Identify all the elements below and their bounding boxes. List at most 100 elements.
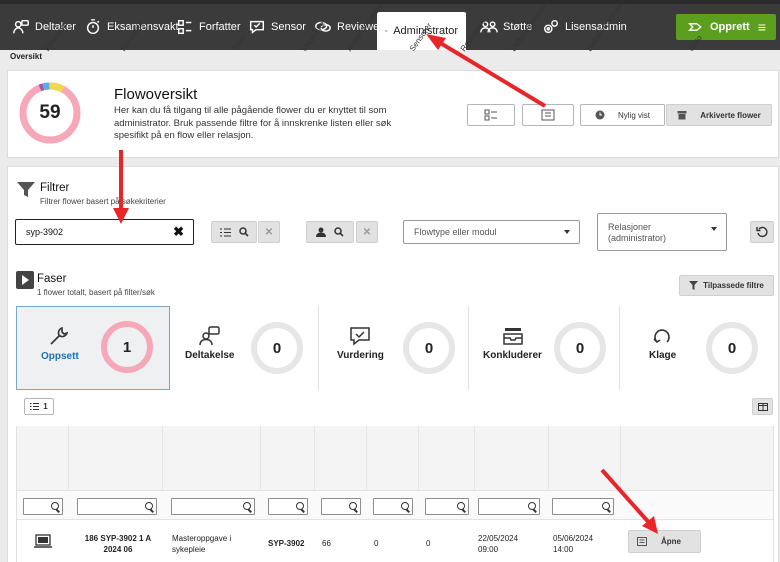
- col-deltakerperioden-start[interactable]: Deltakerperioden...: [475, 0, 555, 490]
- flow-list-icon: [637, 537, 647, 546]
- flow-count: 59: [39, 102, 61, 123]
- col-undertittel[interactable]: Undertittel: [261, 18, 328, 490]
- phase-label: Klage: [649, 350, 677, 361]
- speech-check-icon: [249, 20, 265, 34]
- cell-undertittel: SYP-3902: [268, 539, 305, 548]
- phase-count: 0: [706, 322, 758, 374]
- relation-select[interactable]: Relasjoner (administrator): [597, 213, 727, 251]
- phase-label: Deltakelse: [185, 350, 235, 361]
- open-button[interactable]: Åpne: [628, 530, 701, 553]
- col-tittel[interactable]: Tittel: [163, 34, 261, 490]
- cell-aktive: 66: [322, 539, 331, 548]
- col-deltakerperioden-slutt[interactable]: Deltakerperioden...: [549, 0, 631, 490]
- phases-icon: [16, 271, 34, 289]
- phase-label: Konkluderer: [483, 350, 542, 361]
- flow-view-button[interactable]: [522, 104, 574, 126]
- list-view-icon: [484, 109, 497, 121]
- phases-subtitle: 1 flower totalt, basert på filter/søk: [37, 288, 155, 297]
- open-label: Åpne: [661, 537, 681, 546]
- phase-count: 0: [403, 322, 455, 374]
- flowtype-select[interactable]: Flowtype eller modul: [403, 220, 580, 244]
- archived-button[interactable]: Arkiverte flower: [666, 104, 772, 126]
- form-list-icon: [177, 19, 192, 35]
- col-sensorer[interactable]: Sensorer: [367, 21, 434, 490]
- page-description: Her kan du få tilgang til alle pågående …: [114, 105, 392, 141]
- phase-card-konkluderer[interactable]: Konkluderer 0: [469, 306, 620, 390]
- menu-icon[interactable]: ≡: [758, 20, 766, 34]
- col-goto[interactable]: Goto: [621, 34, 773, 490]
- tab-label: Forfatter: [199, 21, 241, 33]
- col-aktive-deltakere[interactable]: Aktive deltakere: [315, 1, 385, 490]
- cell-start: 22/05/2024 09:00: [478, 534, 519, 554]
- phase-count: 0: [554, 322, 606, 374]
- phases-title: Faser: [37, 273, 67, 285]
- list-count: 1: [43, 402, 48, 411]
- column-toggle-button[interactable]: [752, 398, 773, 415]
- filter-subtitle: Filtrer flower basert på søkekriterier: [40, 197, 166, 206]
- user-icon: [316, 227, 326, 237]
- phase-count: 0: [251, 322, 303, 374]
- clock-icon: [595, 110, 605, 120]
- phase-card-deltakelse[interactable]: Deltakelse 0: [170, 306, 319, 390]
- computer-icon: [34, 534, 52, 548]
- filter-reviewere-input[interactable]: [425, 498, 469, 515]
- filter-tittel-input[interactable]: [171, 498, 255, 515]
- custom-filters-button[interactable]: Tilpassede filtre: [679, 275, 774, 296]
- phase-card-klage[interactable]: Klage 0: [620, 306, 773, 390]
- filter-aktive-input[interactable]: [321, 498, 361, 515]
- list-clear-icon[interactable]: ✕: [258, 221, 280, 243]
- create-label: Opprett: [710, 21, 750, 33]
- breadcrumb[interactable]: Oversikt: [10, 52, 42, 61]
- list-count-button[interactable]: 1: [24, 398, 54, 415]
- user-search-button[interactable]: [306, 221, 354, 243]
- chevron-down-icon: [711, 227, 717, 231]
- inbox-tray-icon: [503, 328, 523, 345]
- flow-list-icon: [541, 109, 555, 121]
- tab-label: Sensor: [271, 21, 306, 33]
- col-flowkode[interactable]: Flowkode: [69, 20, 163, 490]
- cell-end: 05/06/2024 14:00: [553, 534, 594, 554]
- search-value: syp-3902: [26, 227, 64, 237]
- stopwatch-icon: [86, 19, 100, 35]
- columns-icon: [757, 402, 768, 411]
- phase-count: 1: [101, 321, 153, 373]
- phase-card-vurdering[interactable]: Vurdering 0: [319, 306, 469, 390]
- speech-check-icon: [350, 327, 370, 346]
- recent-label: Nylig vist: [617, 110, 650, 120]
- filter-flowkode-input[interactable]: [77, 498, 157, 515]
- filter-start-input[interactable]: [478, 498, 540, 515]
- phase-card-oppsett[interactable]: Oppsett 1: [16, 306, 170, 390]
- filter-sensorer-input[interactable]: [373, 498, 413, 515]
- filter-undertittel-input[interactable]: [268, 498, 308, 515]
- refresh-icon: [653, 329, 670, 344]
- col-reviewere[interactable]: Reviewere: [419, 17, 488, 490]
- reset-filters-button[interactable]: [750, 221, 774, 243]
- flow-arrow-icon: [385, 30, 388, 32]
- phase-label: Vurdering: [337, 350, 384, 361]
- filter-icon: [17, 182, 35, 197]
- list-icon: [30, 403, 40, 410]
- list-icon: [219, 228, 231, 236]
- search-icon: [334, 227, 344, 237]
- col-flowtype[interactable]: Flowtype: [17, 22, 69, 490]
- view-toggle-button[interactable]: [467, 104, 515, 126]
- filter-end-input[interactable]: [552, 498, 614, 515]
- create-button[interactable]: Opprett ≡: [676, 14, 776, 40]
- custom-filters-label: Tilpassede filtre: [703, 281, 764, 290]
- recent-button[interactable]: Nylig vist: [580, 104, 665, 126]
- filter-title: Filtrer: [40, 182, 70, 194]
- list-search-button[interactable]: [211, 221, 257, 243]
- archive-icon: [677, 111, 687, 120]
- flowtype-placeholder: Flowtype eller modul: [414, 227, 497, 237]
- phase-label: Oppsett: [41, 351, 79, 362]
- filter-flowtype-input[interactable]: [23, 498, 63, 515]
- top-nav: Deltaker Eksamensvakt Forfatter Sensor R…: [0, 0, 780, 50]
- overview-panel: 59 Flowoversikt Her kan du få tilgang ti…: [7, 70, 779, 158]
- tab-deltaker[interactable]: Deltaker: [4, 4, 84, 50]
- user-chat-icon: [13, 19, 29, 34]
- search-icon: [238, 227, 249, 237]
- clear-icon[interactable]: ✖: [173, 224, 184, 240]
- user-clear-icon[interactable]: ✕: [356, 221, 378, 243]
- page-title: Flowoversikt: [114, 86, 198, 103]
- search-input[interactable]: syp-3902 ✖: [15, 219, 194, 245]
